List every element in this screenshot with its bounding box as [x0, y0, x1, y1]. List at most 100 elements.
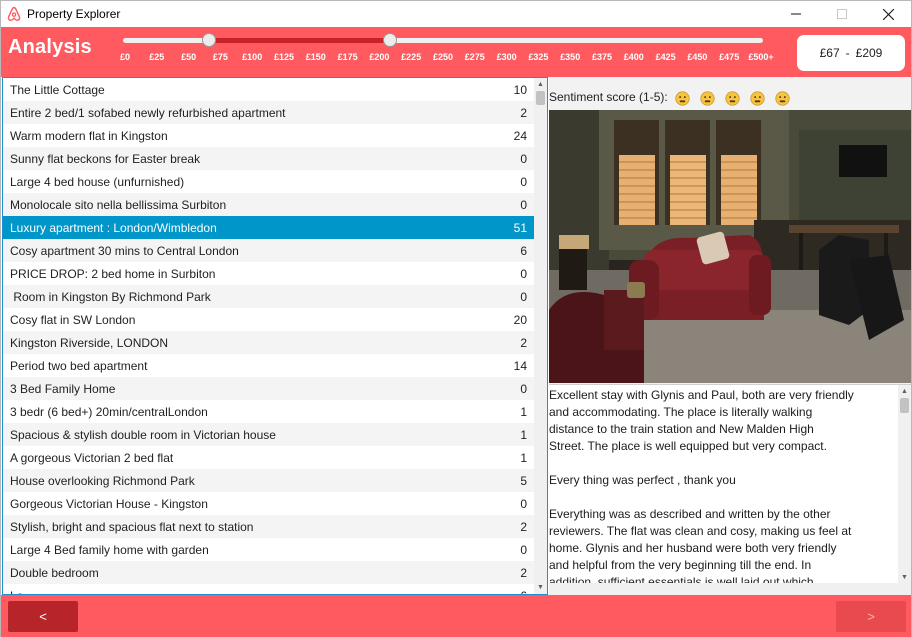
listing-row[interactable]: A gorgeous Victorian 2 bed flat 1: [3, 446, 535, 469]
listing-name: Large 4 Bed family home with garden: [10, 543, 209, 557]
scroll-up-icon[interactable]: ▲: [534, 78, 547, 91]
living-room-image: [549, 110, 911, 383]
listing-scrollbar[interactable]: ▲ ▼: [534, 78, 547, 594]
price-tick-label: £500+: [748, 52, 774, 62]
sentiment-face-icon: [775, 91, 790, 106]
listing-row[interactable]: Cosy flat in SW London 20: [3, 308, 535, 331]
minimize-button[interactable]: [773, 1, 819, 27]
listing-name: A gorgeous Victorian 2 bed flat: [10, 451, 174, 465]
review-count: 0: [520, 267, 527, 281]
price-tick-label: £0: [119, 52, 131, 62]
range-max-value: £209: [855, 46, 883, 60]
price-tick-labels: £0 £25 £50 £75 £100 £125 £150 £175 £200 £225 £250 £…: [1, 52, 911, 64]
review-count: 2: [520, 336, 527, 350]
listing-row[interactable]: Period two bed apartment 14: [3, 354, 535, 377]
listing-name: Double bedroom: [10, 566, 99, 580]
listing-name: 3 bedr (6 bed+) 20min/centralLondon: [10, 405, 208, 419]
price-range-display: £67 - £209: [797, 35, 905, 71]
listing-name: Room in Kingston By Richmond Park: [10, 290, 211, 304]
review-count: 2: [520, 566, 527, 580]
listing-row[interactable]: Gorgeous Victorian House - Kingston 0: [3, 492, 535, 515]
window-title: Property Explorer: [27, 7, 121, 21]
listing-name: Large 4 bed house (unfurnished): [10, 175, 185, 189]
maximize-button[interactable]: [819, 1, 865, 27]
close-button[interactable]: [865, 1, 911, 27]
price-range-fill: [210, 38, 390, 43]
price-tick-label: £350: [560, 52, 581, 62]
review-count: 24: [513, 129, 527, 143]
airbnb-logo-icon: [7, 6, 21, 22]
listing-row[interactable]: Stylish, bright and spacious flat next t…: [3, 515, 535, 538]
listing-name: Cosy apartment 30 mins to Central London: [10, 244, 239, 258]
listing-row[interactable]: House overlooking Richmond Park 5: [3, 469, 535, 492]
price-tick-label: £50: [181, 52, 197, 62]
listing-row[interactable]: Entire 2 bed/1 sofabed newly refurbished…: [3, 101, 535, 124]
listing-name: Gorgeous Victorian House - Kingston: [10, 497, 208, 511]
detail-pane: Sentiment score (1-5): Excellent stay wi…: [549, 77, 911, 595]
listing-name: The Little Cottage: [10, 83, 105, 97]
listing-row[interactable]: The Little Cottage 10: [3, 78, 535, 101]
previous-button[interactable]: <: [8, 601, 78, 632]
sentiment-face-icon: [675, 91, 690, 106]
listing-row[interactable]: Monolocale sito nella bellissima Surbito…: [3, 193, 535, 216]
sentiment-face-icon: [725, 91, 740, 106]
listing-row[interactable]: Warm modern flat in Kingston 24: [3, 124, 535, 147]
price-max-handle[interactable]: [383, 33, 397, 47]
price-tick-label: £75: [212, 52, 228, 62]
listing-row[interactable]: Large 4 Bed family home with garden 0: [3, 538, 535, 561]
review-count: 1: [520, 428, 527, 442]
listing-row[interactable]: Double bedroom 2: [3, 561, 535, 584]
review-count: 51: [513, 221, 527, 235]
review-count: 0: [520, 198, 527, 212]
listing-name: Luxury apartment : London/Wimbledon: [10, 221, 217, 235]
sentiment-face-icon: [700, 91, 715, 106]
price-tick-label: £250: [432, 52, 454, 62]
listing-row[interactable]: Spacious & stylish double room in Victor…: [3, 423, 535, 446]
listing-name: 3 Bed Family Home: [10, 382, 116, 396]
listing-scroll-thumb[interactable]: [536, 91, 545, 105]
listing-row[interactable]: Luxury apartment : London/Wimbledon 51: [3, 216, 535, 239]
sentiment-label: Sentiment score (1-5):: [549, 90, 668, 104]
footer-bar: < >: [1, 595, 911, 637]
price-tick-label: £425: [655, 52, 676, 62]
review-count: 0: [520, 152, 527, 166]
range-separator: -: [845, 46, 850, 60]
listing-list[interactable]: The Little Cottage 10 Entire 2 bed/1 sofab…: [2, 77, 548, 595]
review-scroll-thumb[interactable]: [900, 398, 909, 413]
review-count: 2: [520, 106, 527, 120]
next-button[interactable]: >: [836, 601, 906, 632]
price-tick-label: £400: [623, 52, 644, 62]
review-count: 0: [520, 497, 527, 511]
review-count: 0: [520, 290, 527, 304]
scroll-down-icon[interactable]: ▼: [534, 581, 547, 594]
listing-name: Monolocale sito nella bellissima Surbito…: [10, 198, 227, 212]
close-icon: [882, 8, 894, 20]
listing-row[interactable]: Room in Kingston By Richmond Park 0: [3, 285, 535, 308]
review-count: 20: [513, 313, 527, 327]
price-range-slider[interactable]: [123, 33, 763, 47]
review-count: 0: [520, 382, 527, 396]
listing-row[interactable]: Kingston Riverside, LONDON 2: [3, 331, 535, 354]
listing-row[interactable]: PRICE DROP: 2 bed home in Surbiton 0: [3, 262, 535, 285]
review-count: 10: [513, 83, 527, 97]
listing-row[interactable]: Sunny flat beckons for Easter break 0: [3, 147, 535, 170]
listing-row[interactable]: Cosy apartment 30 mins to Central London…: [3, 239, 535, 262]
review-scrollbar[interactable]: ▲ ▼: [898, 385, 911, 584]
listing-row[interactable]: Lo...6: [3, 584, 535, 594]
minimize-icon: [791, 13, 801, 15]
review-count: 1: [520, 451, 527, 465]
listing-row[interactable]: 3 Bed Family Home 0: [3, 377, 535, 400]
review-count: 6: [520, 244, 527, 258]
price-tick-label: £375: [591, 52, 613, 62]
price-min-handle[interactable]: [202, 33, 216, 47]
review-count: 1: [520, 405, 527, 419]
price-tick-label: £450: [687, 52, 708, 62]
listing-name: Warm modern flat in Kingston: [10, 129, 168, 143]
listing-row[interactable]: Large 4 bed house (unfurnished) 0: [3, 170, 535, 193]
price-tick-label: £325: [528, 52, 549, 62]
review-scroll-up-icon[interactable]: ▲: [898, 385, 911, 398]
review-horizontal-scrollbar[interactable]: [549, 583, 911, 595]
review-panel[interactable]: Excellent stay with Glynis and Paul, bot…: [549, 384, 911, 595]
sentiment-face-icon: [750, 91, 765, 106]
listing-row[interactable]: 3 bedr (6 bed+) 20min/centralLondon 1: [3, 400, 535, 423]
